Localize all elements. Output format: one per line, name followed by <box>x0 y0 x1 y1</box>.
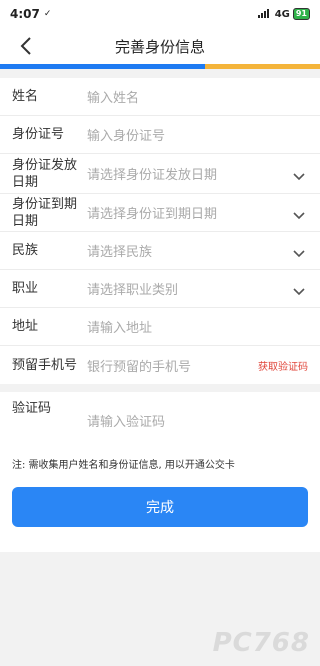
issue-date-select[interactable]: 请选择身份证发放日期 <box>87 164 292 183</box>
phone-input[interactable]: 银行预留的手机号 <box>87 356 258 375</box>
expiry-date-select[interactable]: 请选择身份证到期日期 <box>87 203 292 222</box>
chevron-down-icon[interactable] <box>292 167 306 181</box>
id-number-row: 身份证号 输入身份证号 <box>0 116 320 154</box>
status-time: 4:07 <box>10 7 40 21</box>
privacy-note: 注: 需收集用户姓名和身份证信息, 用以开通公交卡 <box>12 460 235 471</box>
id-number-label: 身份证号 <box>12 127 65 142</box>
ethnicity-row[interactable]: 民族 请选择民族 <box>0 232 320 270</box>
expiry-date-row[interactable]: 身份证到期日期 请选择身份证到期日期 <box>0 194 320 232</box>
watermark-logo: PC768 <box>212 628 310 658</box>
phone-row: 预留手机号 银行预留的手机号 获取验证码 <box>0 346 320 384</box>
name-label: 姓名 <box>12 89 39 104</box>
identity-form: 姓名 输入姓名 身份证号 输入身份证号 身份证发放日期 请选择身份证发放日期 身… <box>0 78 320 384</box>
chevron-down-icon[interactable] <box>292 206 306 220</box>
occupation-select[interactable]: 请选择职业类别 <box>87 279 292 298</box>
chevron-down-icon[interactable] <box>292 244 306 258</box>
submit-button[interactable]: 完成 <box>12 487 308 527</box>
footer-section: 注: 需收集用户姓名和身份证信息, 用以开通公交卡 完成 <box>0 446 320 552</box>
progress-accent-bar <box>0 64 320 69</box>
code-input[interactable]: 请输入验证码 <box>87 400 308 446</box>
chevron-down-icon[interactable] <box>292 282 306 296</box>
ethnicity-select[interactable]: 请选择民族 <box>87 241 292 260</box>
occupation-label: 职业 <box>12 281 39 296</box>
get-code-link[interactable]: 获取验证码 <box>258 358 308 373</box>
code-label: 验证码 <box>12 401 52 416</box>
navigation-bar: 完善身份信息 <box>0 28 320 64</box>
address-label: 地址 <box>12 319 39 334</box>
expiry-date-label: 身份证到期日期 <box>12 196 78 229</box>
ethnicity-label: 民族 <box>12 243 39 258</box>
code-row: 验证码 请输入验证码 <box>0 392 320 446</box>
name-input[interactable]: 输入姓名 <box>87 87 308 106</box>
network-type: 4G <box>274 8 290 20</box>
name-row: 姓名 输入姓名 <box>0 78 320 116</box>
id-number-input[interactable]: 输入身份证号 <box>87 125 308 144</box>
occupation-row[interactable]: 职业 请选择职业类别 <box>0 270 320 308</box>
phone-label: 预留手机号 <box>12 357 78 373</box>
status-time-suffix: ✓ <box>43 9 52 19</box>
back-button[interactable] <box>12 32 40 60</box>
battery-icon: 91 <box>292 8 310 20</box>
issue-date-label: 身份证发放日期 <box>12 157 78 190</box>
chevron-left-icon <box>20 37 31 55</box>
status-bar: 4:07 ✓ 4G 91 <box>0 0 320 28</box>
page-title: 完善身份信息 <box>114 37 205 56</box>
address-input[interactable]: 请输入地址 <box>87 317 308 336</box>
signal-icon <box>257 8 272 21</box>
issue-date-row[interactable]: 身份证发放日期 请选择身份证发放日期 <box>0 154 320 194</box>
address-row: 地址 请输入地址 <box>0 308 320 346</box>
